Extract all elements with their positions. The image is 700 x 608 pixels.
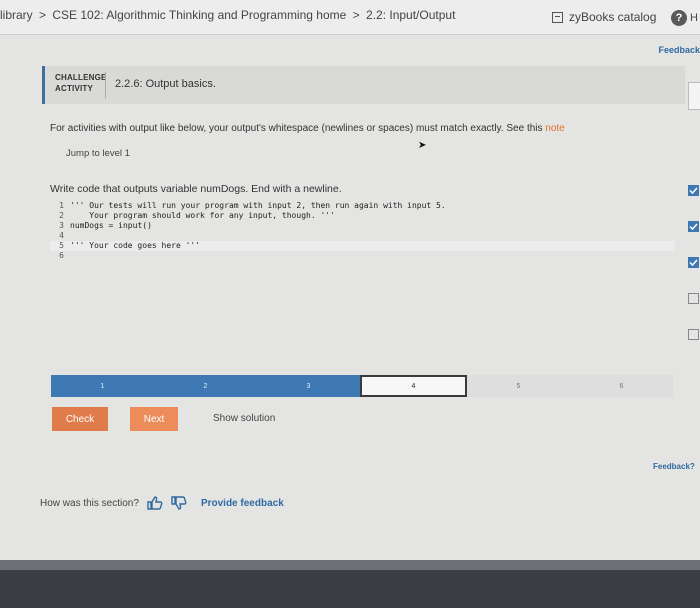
breadcrumb: library > CSE 102: Algorithmic Thinking …: [0, 8, 458, 22]
activity-header: CHALLENGE ACTIVITY 2.2.6: Output basics.: [42, 66, 685, 104]
instructions-prefix: For activities with output like below, y…: [50, 123, 543, 134]
instructions-text: For activities with output like below, y…: [50, 123, 565, 134]
level-1-segment[interactable]: 1: [51, 375, 154, 397]
catalog-icon: [552, 11, 563, 23]
breadcrumb-separator: >: [352, 8, 360, 22]
top-bar: library > CSE 102: Algorithmic Thinking …: [0, 0, 700, 35]
taskbar-strip: [0, 560, 700, 608]
provide-feedback-link[interactable]: Provide feedback: [201, 498, 284, 509]
mouse-cursor-icon: ➤: [418, 140, 427, 151]
feedback-link-section[interactable]: Feedback?: [653, 462, 695, 471]
zybooks-catalog-link[interactable]: zyBooks catalog: [552, 10, 656, 24]
check-icon: [688, 257, 699, 268]
breadcrumb-library[interactable]: library: [0, 8, 33, 22]
line-number: 6: [59, 251, 64, 260]
content-page: Feedback CHALLENGE ACTIVITY 2.2.6: Outpu…: [0, 35, 700, 560]
level-4-segment[interactable]: 4: [360, 375, 467, 397]
code-line[interactable]: 6: [50, 251, 675, 261]
header-divider: [105, 72, 106, 98]
thumbs-up-icon[interactable]: [147, 496, 163, 510]
code-text: ''' Your code goes here ''': [70, 241, 201, 250]
help-label[interactable]: H: [690, 12, 698, 24]
activity-type-label: CHALLENGE ACTIVITY: [55, 72, 107, 94]
activity-type-line2: ACTIVITY: [55, 84, 94, 93]
breadcrumb-course[interactable]: CSE 102: Algorithmic Thinking and Progra…: [52, 8, 346, 22]
line-number: 1: [59, 201, 64, 210]
code-text: ''' Our tests will run your program with…: [70, 201, 446, 210]
code-line[interactable]: 1 ''' Our tests will run your program wit…: [50, 201, 675, 211]
check-icon: [688, 185, 699, 196]
section-rating: How was this section? Provide feedback: [40, 496, 284, 510]
level-progress-bar: 1 2 3 4 5 6: [51, 375, 673, 397]
empty-box-icon: [688, 329, 699, 340]
note-link[interactable]: note: [545, 123, 564, 134]
activity-type-line1: CHALLENGE: [55, 73, 107, 82]
feedback-link-top[interactable]: Feedback: [658, 45, 700, 55]
code-editor[interactable]: 1 ''' Our tests will run your program wit…: [50, 201, 675, 263]
code-text: Your program should work for any input, …: [70, 211, 335, 220]
code-line[interactable]: 2 Your program should work for any input…: [50, 211, 675, 221]
thumbs-down-icon[interactable]: [171, 496, 187, 510]
line-number: 4: [59, 231, 64, 240]
level-6-segment[interactable]: 6: [570, 375, 673, 397]
line-number: 3: [59, 221, 64, 230]
level-5-segment[interactable]: 5: [467, 375, 570, 397]
level-2-segment[interactable]: 2: [154, 375, 257, 397]
side-panel-box[interactable]: [688, 82, 700, 110]
activity-title: 2.2.6: Output basics.: [115, 78, 216, 90]
side-progress-icons: [688, 185, 700, 365]
code-line-active[interactable]: 5 ''' Your code goes here ''': [50, 241, 675, 251]
help-icon[interactable]: ?: [671, 10, 687, 26]
check-icon: [688, 221, 699, 232]
line-number: 5: [59, 241, 64, 250]
jump-to-level-link[interactable]: Jump to level 1: [66, 148, 130, 159]
level-3-segment[interactable]: 3: [257, 375, 360, 397]
empty-box-icon: [688, 293, 699, 304]
line-number: 2: [59, 211, 64, 220]
code-line[interactable]: 3 numDogs = input(): [50, 221, 675, 231]
catalog-label: zyBooks catalog: [569, 10, 657, 24]
code-line[interactable]: 4: [50, 231, 675, 241]
code-text: numDogs = input(): [70, 221, 152, 230]
breadcrumb-section[interactable]: 2.2: Input/Output: [366, 8, 455, 22]
show-solution-link[interactable]: Show solution: [213, 413, 275, 424]
rate-question: How was this section?: [40, 497, 139, 509]
task-prompt: Write code that outputs variable numDogs…: [50, 183, 342, 195]
breadcrumb-separator: >: [39, 8, 47, 22]
next-button[interactable]: Next: [130, 407, 178, 431]
check-button[interactable]: Check: [52, 407, 108, 431]
